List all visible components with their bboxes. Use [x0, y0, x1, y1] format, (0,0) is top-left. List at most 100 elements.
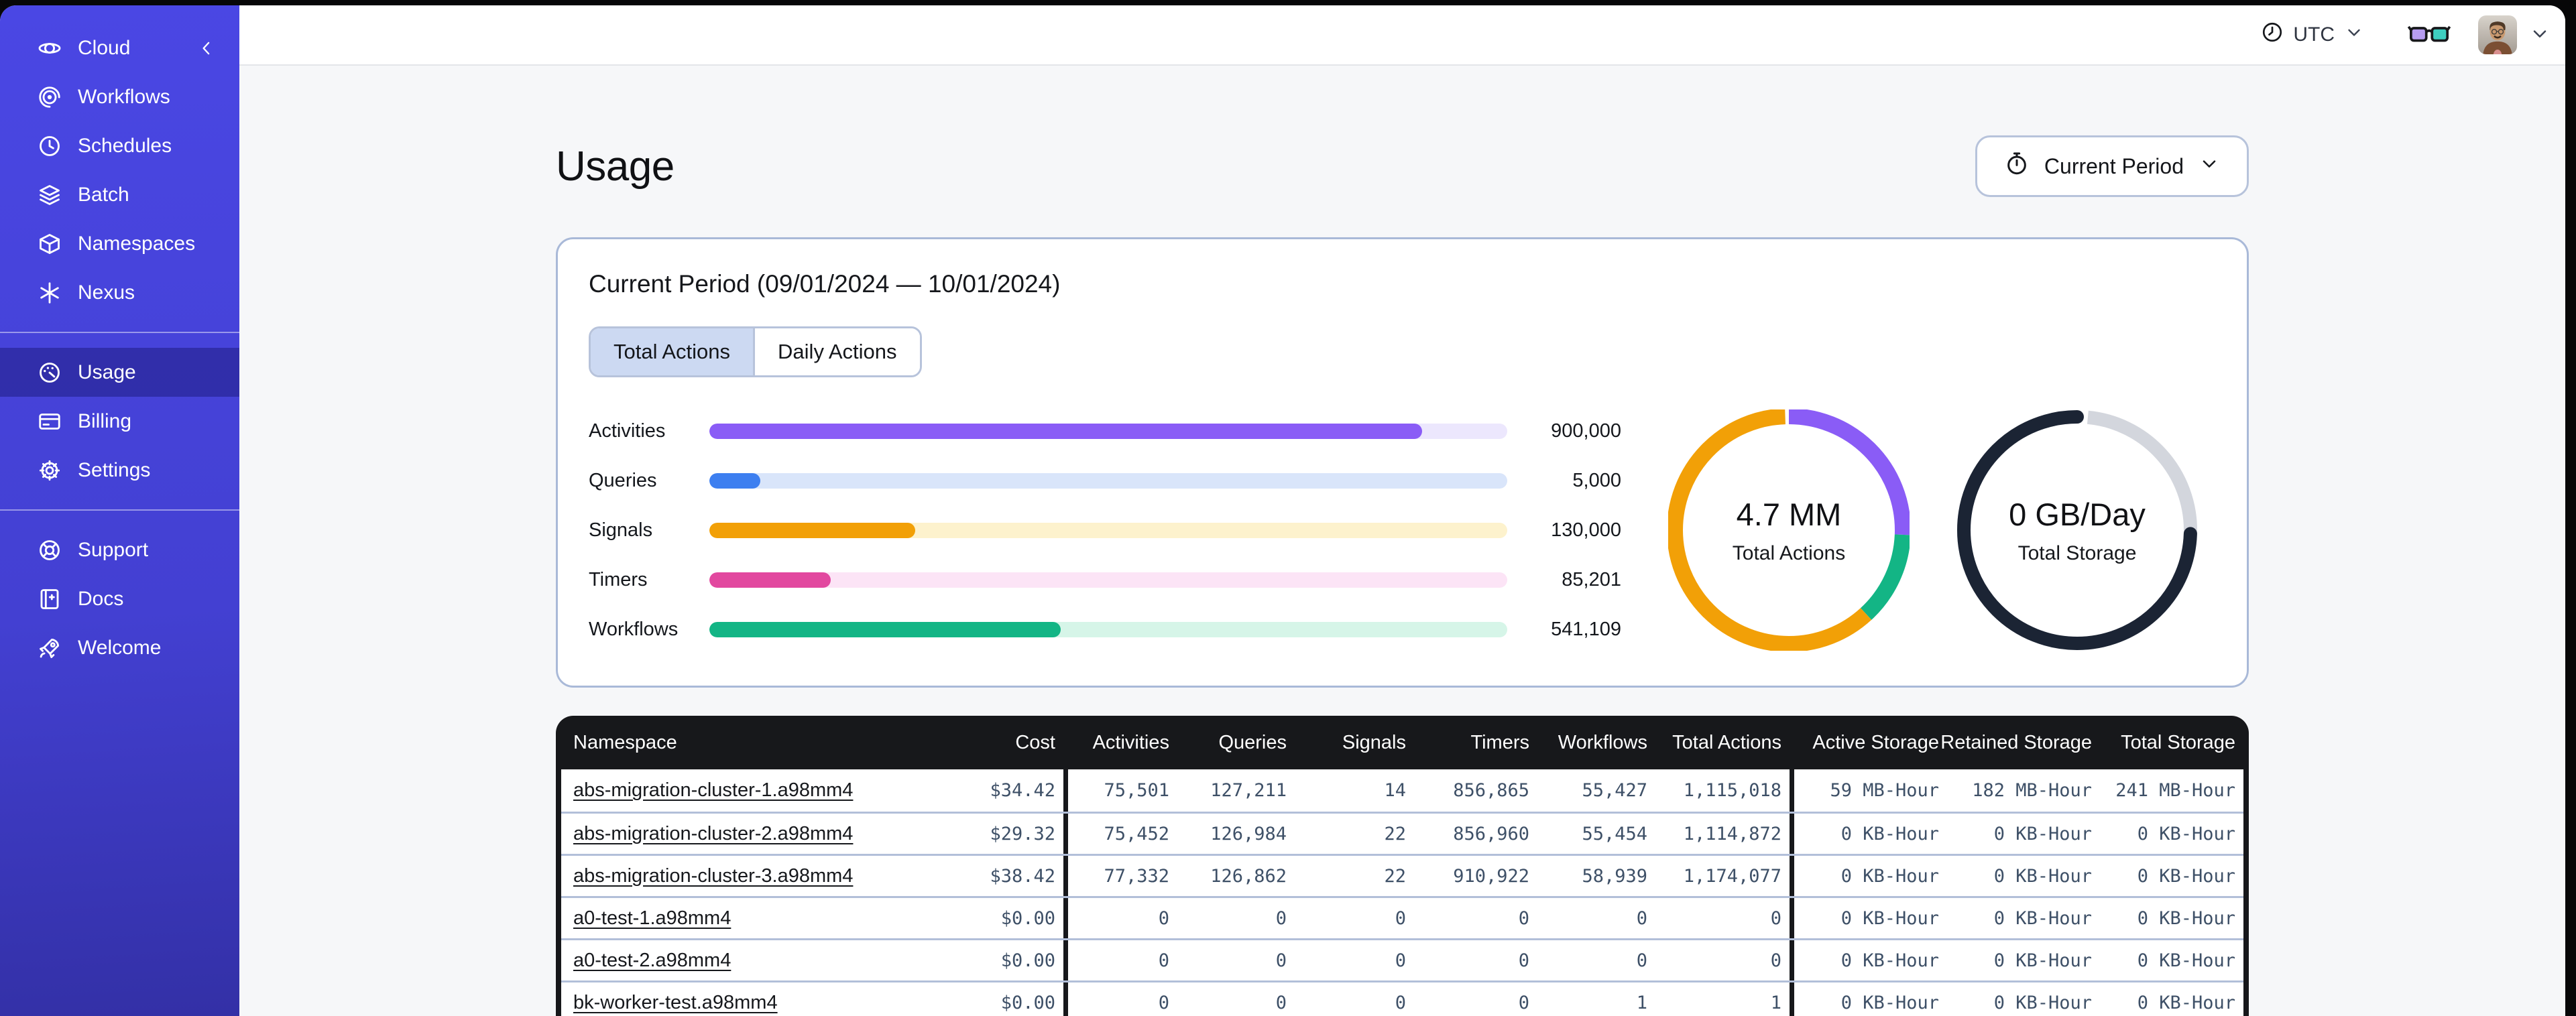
settings-icon: [38, 458, 62, 483]
cell-retained-storage: 0 KB-Hour: [1993, 865, 2092, 887]
bar-fill: [709, 423, 1422, 439]
bar-label: Signals: [589, 519, 653, 541]
welcome-icon: [38, 636, 62, 660]
cell-activities: 0: [1063, 982, 1177, 1016]
namespace-link[interactable]: bk-worker-test.a98mm4: [573, 992, 778, 1014]
total-storage-donut: 0 GB/Day Total Storage: [1956, 409, 2198, 651]
timezone-label: UTC: [2293, 23, 2335, 46]
usage-stats: Activities 900,000 Queries 5,000 Signals 130,…: [589, 409, 2216, 651]
donut-center-label: 4.7 MM Total Actions: [1668, 409, 1910, 651]
column-header-retained-storage: Retained Storage: [1940, 731, 2092, 753]
namespace-cell: a0-test-1.a98mm4: [561, 898, 933, 938]
bar-label: Workflows: [589, 618, 679, 640]
sidebar-item-schedules[interactable]: Schedules: [0, 121, 239, 170]
cell-queries: 126,984: [1210, 823, 1287, 844]
table-row: abs-migration-cluster-1.a98mm4 $34.42 75,5…: [561, 769, 2243, 812]
bar-value: 900,000: [1551, 420, 1621, 442]
usage-icon: [38, 361, 62, 385]
bar-value: 85,201: [1562, 568, 1621, 590]
clock-icon: [2261, 21, 2284, 49]
table-body: abs-migration-cluster-1.a98mm4 $34.42 75,5…: [561, 769, 2243, 1016]
namespace-link[interactable]: a0-test-1.a98mm4: [573, 907, 731, 930]
support-icon: [38, 538, 62, 562]
namespace-link[interactable]: abs-migration-cluster-2.a98mm4: [573, 823, 853, 845]
cell-activities: 75,452: [1063, 814, 1177, 854]
account-menu-chevron-icon[interactable]: [2529, 23, 2551, 48]
cell-total-actions: 1,114,872: [1683, 823, 1781, 844]
total-storage-caption: Total Storage: [2017, 542, 2137, 564]
sidebar-item-usage[interactable]: Usage: [0, 348, 239, 397]
timezone-selector[interactable]: UTC: [2261, 21, 2364, 49]
table-header-row: Namespace Cost Activities Queries Signals Tim…: [561, 716, 2243, 769]
total-actions-donut: 4.7 MM Total Actions: [1668, 409, 1910, 651]
cell-cost: $29.32: [990, 823, 1055, 844]
cell-total-actions: 1,174,077: [1683, 865, 1781, 887]
cell-active-storage: 0 KB-Hour: [1790, 814, 1947, 854]
bar-fill: [709, 472, 761, 489]
feedback-glasses-button[interactable]: [2407, 21, 2451, 48]
cell-cost: $0.00: [1000, 992, 1055, 1013]
sidebar-item-workflows[interactable]: Workflows: [0, 72, 239, 121]
sidebar-item-label: Settings: [78, 458, 151, 481]
cell-total-storage: 0 KB-Hour: [2137, 865, 2235, 887]
batch-icon: [38, 183, 62, 207]
bar-track: [709, 572, 1507, 588]
cell-total-actions: 0: [1770, 950, 1781, 971]
sidebar-item-label: Schedules: [78, 134, 172, 157]
period-selector-button[interactable]: Current Period: [1975, 135, 2249, 197]
stopwatch-icon: [2004, 151, 2030, 182]
sidebar: Cloud Workflows Schedules Batch Namespaces N…: [0, 5, 239, 1016]
table-row: a0-test-2.a98mm4 $0.00 0 0 0 0 0 0 0 KB-Hour 0 KB…: [561, 938, 2243, 980]
cell-workflows: 55,454: [1582, 823, 1647, 844]
sidebar-item-label: Billing: [78, 409, 132, 432]
bar-fill: [709, 572, 831, 588]
avatar[interactable]: [2478, 15, 2517, 54]
sidebar-item-settings[interactable]: Settings: [0, 446, 239, 495]
tab-total-actions[interactable]: Total Actions: [591, 328, 756, 375]
cell-signals: 0: [1395, 992, 1406, 1013]
cell-queries: 127,211: [1210, 780, 1287, 801]
column-header-timers: Timers: [1470, 731, 1529, 753]
cell-retained-storage: 0 KB-Hour: [1993, 907, 2092, 929]
cell-cost: $38.42: [990, 865, 1055, 887]
cell-timers: 856,865: [1453, 780, 1529, 801]
cell-total-actions: 1,115,018: [1683, 780, 1781, 801]
temporal-logo-icon: [38, 36, 62, 60]
table-row: abs-migration-cluster-2.a98mm4 $29.32 75,4…: [561, 812, 2243, 854]
namespace-link[interactable]: abs-migration-cluster-1.a98mm4: [573, 779, 853, 802]
usage-bar-workflows: Workflows 541,109: [589, 619, 1621, 641]
namespace-cell: a0-test-2.a98mm4: [561, 940, 933, 980]
cell-retained-storage: 0 KB-Hour: [1993, 992, 2092, 1013]
sidebar-item-batch[interactable]: Batch: [0, 170, 239, 219]
cell-total-storage: 0 KB-Hour: [2137, 950, 2235, 971]
sidebar-item-label: Workflows: [78, 85, 170, 108]
total-storage-value: 0 GB/Day: [2009, 496, 2146, 532]
cell-activities: 75,501: [1063, 769, 1177, 812]
cell-queries: 0: [1275, 950, 1287, 971]
sidebar-item-support[interactable]: Support: [0, 525, 239, 574]
namespace-link[interactable]: abs-migration-cluster-3.a98mm4: [573, 865, 853, 887]
bar-value: 541,109: [1551, 618, 1621, 640]
sidebar-item-docs[interactable]: Docs: [0, 574, 239, 623]
cell-timers: 0: [1518, 907, 1529, 929]
sidebar-divider: [0, 509, 239, 511]
column-header-total-storage: Total Storage: [2121, 731, 2235, 753]
cell-active-storage: 0 KB-Hour: [1790, 982, 1947, 1016]
cell-total-storage: 241 MB-Hour: [2115, 780, 2235, 801]
sidebar-item-billing[interactable]: Billing: [0, 397, 239, 446]
namespace-cell: abs-migration-cluster-1.a98mm4: [561, 769, 933, 812]
sidebar-item-label: Namespaces: [78, 232, 196, 255]
sidebar-item-namespaces[interactable]: Namespaces: [0, 219, 239, 268]
cell-active-storage: 0 KB-Hour: [1790, 898, 1947, 938]
usage-summary-card: Current Period (09/01/2024 — 10/01/2024)…: [556, 237, 2249, 688]
page-header: Usage Current Period: [556, 135, 2249, 197]
namespace-link[interactable]: a0-test-2.a98mm4: [573, 950, 731, 972]
sidebar-item-label: Docs: [78, 587, 124, 610]
sidebar-item-welcome[interactable]: Welcome: [0, 623, 239, 672]
tab-daily-actions[interactable]: Daily Actions: [755, 328, 920, 375]
table-row: abs-migration-cluster-3.a98mm4 $38.42 77,3…: [561, 854, 2243, 896]
cell-active-storage: 0 KB-Hour: [1790, 856, 1947, 896]
bar-value: 130,000: [1551, 519, 1621, 541]
sidebar-item-nexus[interactable]: Nexus: [0, 268, 239, 317]
sidebar-collapse-button[interactable]: [196, 38, 217, 58]
